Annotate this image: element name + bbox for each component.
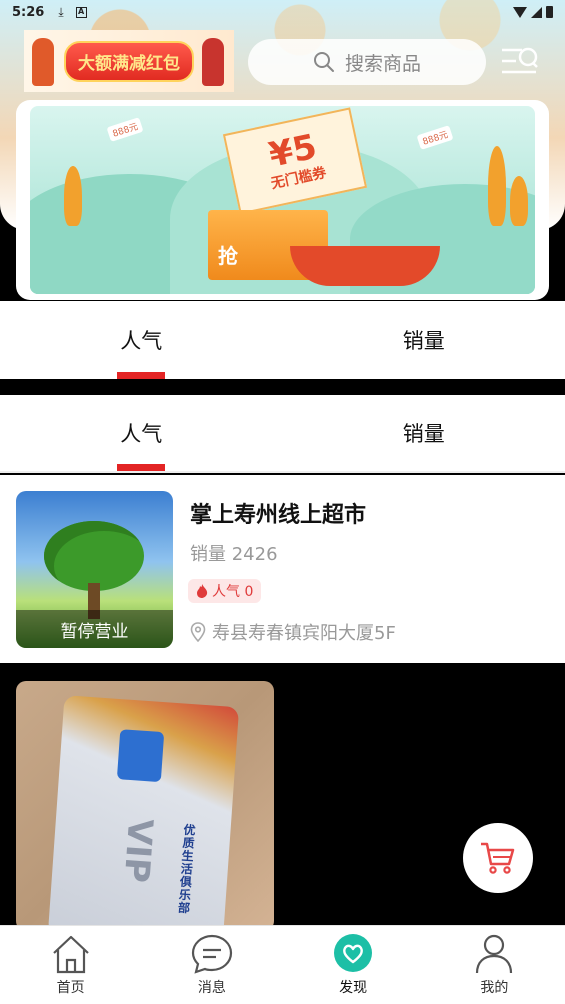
wifi-icon [513,6,527,18]
tab-sales[interactable]: 销量 [283,395,565,471]
download-icon: ⤓ [58,4,64,19]
flame-icon [197,584,208,598]
tab-label: 销量 [402,422,445,446]
cart-icon [481,842,515,874]
dragon-boat [290,246,440,286]
mascot-left [32,38,54,86]
promo-banner[interactable]: 888元 888元 ¥5 无门槛券 抢 [16,100,549,300]
tab-label: 人气 [120,422,163,446]
battery-icon [546,6,553,18]
mascot-right [202,38,224,86]
nav-profile[interactable]: 我的 [424,926,565,1004]
nav-label: 发现 [339,980,368,996]
grab-label: 抢 [218,244,238,268]
search-icon [313,51,335,73]
status-bar: 5:26 ⤓ A [0,0,565,24]
cart-button[interactable] [463,823,533,893]
status-time: 5:26 [12,4,45,20]
menu-search-icon[interactable] [500,44,540,80]
banner-image: 888元 888元 ¥5 无门槛券 抢 [30,106,535,294]
nav-label: 消息 [197,980,226,996]
nav-label: 首页 [56,980,85,996]
vip-text: VIP [115,817,161,884]
address-text: 寿县寿春镇宾阳大厦5F [212,623,396,644]
popularity-text: 人气 0 [212,584,254,600]
nav-home[interactable]: 首页 [0,926,141,1004]
store-sales: 销量 2426 [190,544,278,565]
store-name: 掌上寿州线上超市 [190,503,367,528]
sort-tabs: 人气 销量 [0,301,565,379]
tab-label: 销量 [402,329,445,353]
tab-label: 人气 [120,329,163,353]
tab-popularity[interactable]: 人气 [0,301,283,379]
store-card[interactable]: 暂停营业 掌上寿州线上超市 销量 2426 人气 0 寿县寿春镇宾阳大厦5F [0,475,565,663]
vip-card-image: VIP 优质生活俱乐部 [47,695,240,931]
sticky-sort-tabs: 人气 销量 [0,395,565,473]
message-icon [191,934,232,974]
promo-logo-label: 大额满减红包 [64,40,194,82]
banner-badge-left: 888元 [106,117,144,142]
card-logo [116,729,165,783]
tab-sales[interactable]: 销量 [283,301,565,379]
signal-icon [531,6,542,18]
store-thumbnail: 暂停营业 [16,491,173,648]
banner-badge-right: 888元 [416,125,454,150]
promo-logo[interactable]: 大额满减红包 [24,30,234,92]
search-input[interactable]: 搜索商品 [248,39,486,85]
store-status-overlay: 暂停营业 [16,610,173,648]
popularity-badge: 人气 0 [188,579,262,603]
product-card[interactable]: VIP 优质生活俱乐部 [16,681,274,931]
store-address: 寿县寿春镇宾阳大厦5F [190,619,396,645]
profile-icon [476,934,513,974]
location-icon [190,622,206,642]
tab-active-indicator [117,372,166,379]
vip-side-text: 优质生活俱乐部 [177,822,196,916]
tab-active-indicator [117,464,166,471]
home-icon [52,935,89,974]
tab-popularity[interactable]: 人气 [0,395,283,471]
nav-discover[interactable]: 发现 [283,926,424,1004]
nav-messages[interactable]: 消息 [141,926,282,1004]
nav-label: 我的 [480,980,509,996]
accessibility-icon: A [75,6,87,18]
discover-icon [334,934,373,972]
bottom-navigation: 首页 消息 发现 我的 [0,925,565,1004]
search-placeholder: 搜索商品 [344,52,421,75]
